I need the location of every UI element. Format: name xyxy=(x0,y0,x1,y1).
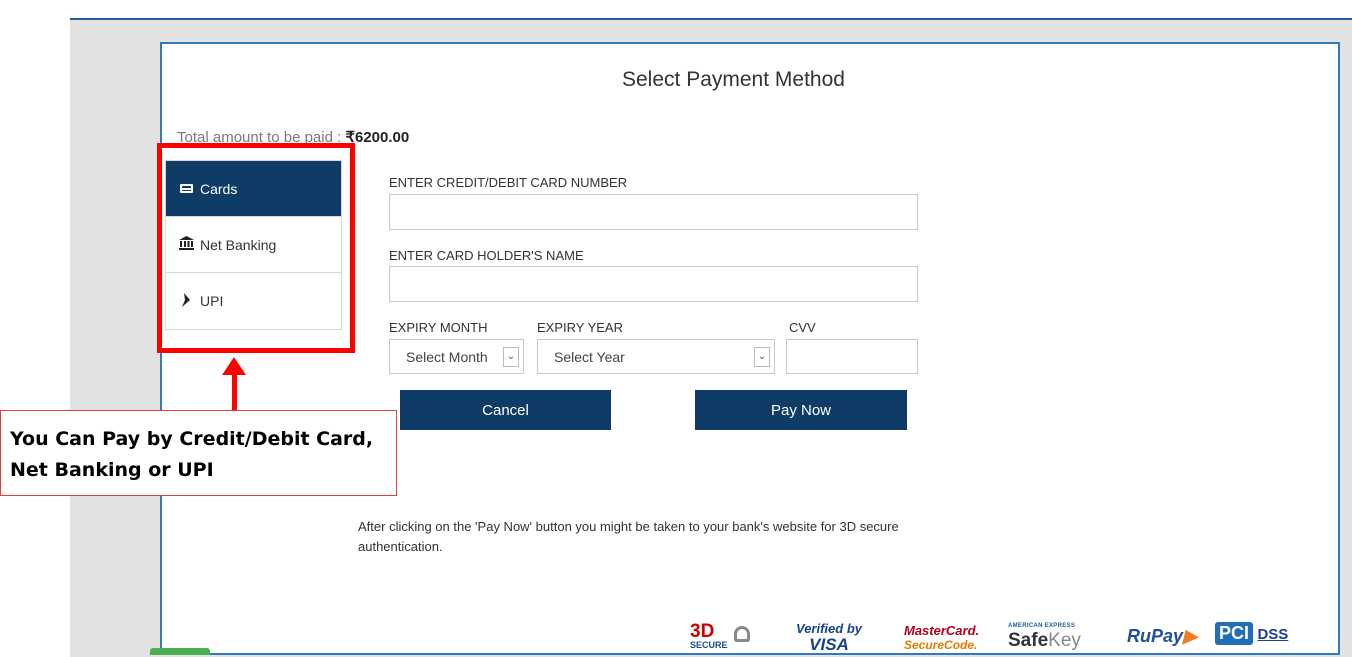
highlight-box xyxy=(157,143,355,353)
card-number-label: ENTER CREDIT/DEBIT CARD NUMBER xyxy=(389,175,628,190)
lock-icon xyxy=(734,626,750,642)
expiry-month-label: EXPIRY MONTH xyxy=(389,320,488,335)
pci-dss-logo: PCI DSS xyxy=(1215,622,1288,645)
cvv-input[interactable] xyxy=(786,339,918,374)
cancel-button[interactable]: Cancel xyxy=(400,390,611,430)
arrow-shaft xyxy=(232,372,237,412)
expiry-month-select[interactable]: Select Month ⌄ xyxy=(389,339,524,374)
brand-logo xyxy=(150,648,210,655)
card-number-input[interactable] xyxy=(389,194,918,230)
chevron-down-icon: ⌄ xyxy=(503,346,519,367)
expiry-year-value: Select Year xyxy=(554,348,625,365)
holder-name-label: ENTER CARD HOLDER'S NAME xyxy=(389,248,584,263)
3d-secure-logo: 3D SECURE xyxy=(690,621,728,650)
holder-name-input[interactable] xyxy=(389,266,918,302)
expiry-year-label: EXPIRY YEAR xyxy=(537,320,623,335)
verified-by-visa-logo: Verified by VISA xyxy=(796,621,862,654)
expiry-year-select[interactable]: Select Year ⌄ xyxy=(537,339,775,374)
security-logos: 3D SECURE Verified by VISA MasterCard. S… xyxy=(690,622,1330,655)
rupay-logo: RuPay▶ xyxy=(1127,626,1197,646)
pay-now-button[interactable]: Pay Now xyxy=(695,390,907,430)
annotation-callout: You Can Pay by Credit/Debit Card, Net Ba… xyxy=(0,410,397,496)
page-title: Select Payment Method xyxy=(622,68,845,91)
expiry-month-value: Select Month xyxy=(406,348,488,365)
chevron-down-icon: ⌄ xyxy=(754,346,770,367)
amount-value: ₹6200.00 xyxy=(345,129,410,146)
cvv-label: CVV xyxy=(789,320,816,335)
secure-auth-note: After clicking on the 'Pay Now' button y… xyxy=(358,519,899,554)
mastercard-securecode-logo: MasterCard. SecureCode. xyxy=(904,623,980,653)
amex-safekey-logo: AMERICAN EXPRESS SafeKey xyxy=(1008,623,1081,651)
